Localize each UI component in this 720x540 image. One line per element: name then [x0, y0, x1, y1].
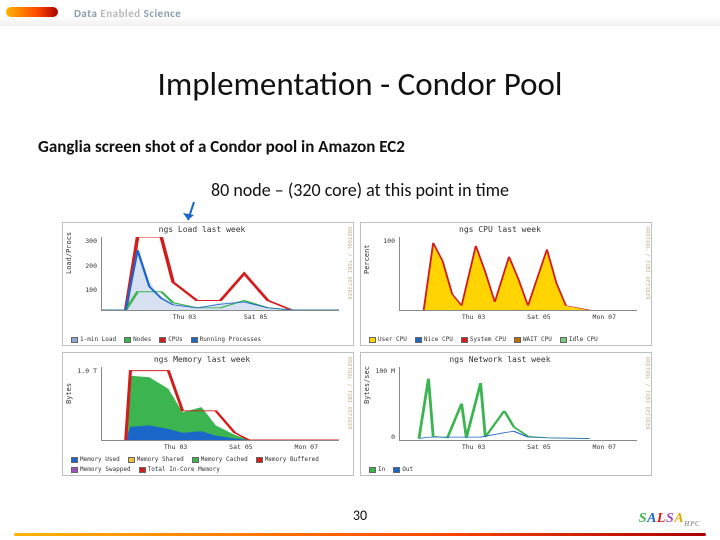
- plot-area: [101, 367, 339, 441]
- rrd-watermark: RRDTOOL / TOBI OETIKER: [644, 227, 650, 300]
- subtitle-primary: Ganglia screen shot of a Condor pool in …: [38, 136, 682, 157]
- chart-memory: ngs Memory last week Bytes RRDTOOL / TOB…: [62, 352, 354, 476]
- x-ticks: Thu 03 Sat 05 Mon 07: [399, 313, 637, 321]
- chart-cpu: ngs CPU last week Percent RRDTOOL / TOBI…: [360, 222, 652, 346]
- plot-area: [399, 367, 637, 441]
- header-logo-text: Data Enabled Science: [74, 7, 181, 20]
- y-ticks: 300 200 100: [69, 237, 97, 311]
- chart-title: ngs Load last week: [63, 225, 341, 234]
- page-title: Implementation - Condor Pool: [0, 64, 720, 104]
- logo-word-3: Science: [144, 7, 182, 20]
- header-band: Data Enabled Science: [0, 0, 720, 26]
- logo-word-1: Data: [74, 7, 97, 20]
- legend: User CPU Nice CPU System CPU WAIT CPU Id…: [369, 336, 637, 343]
- chart-load: ngs Load last week Load/Procs RRDTOOL / …: [62, 222, 354, 346]
- y-ticks: 100: [367, 237, 395, 311]
- chart-title: ngs Memory last week: [63, 355, 341, 364]
- logo-word-2: Enabled: [100, 7, 140, 20]
- legend: 1-min Load Nodes CPUs Running Processes: [71, 336, 339, 343]
- chart-grid: ngs Load last week Load/Procs RRDTOOL / …: [62, 222, 652, 476]
- x-ticks: Thu 03 Sat 05: [101, 313, 339, 321]
- x-ticks: Thu 03 Sat 05 Mon 07: [101, 443, 339, 451]
- chart-title: ngs CPU last week: [361, 225, 639, 234]
- chart-title: ngs Network last week: [361, 355, 639, 364]
- subtitle-secondary: 80 node – (320 core) at this point in ti…: [0, 179, 720, 201]
- page-number: 30: [0, 507, 720, 524]
- footer-rule: [14, 533, 706, 536]
- plot-area: [399, 237, 637, 311]
- x-ticks: Thu 03 Sat 05 Mon 07: [399, 443, 637, 451]
- legend: Memory Used Memory Shared Memory Cached …: [71, 456, 339, 473]
- footer-brand: SALSAHPC: [639, 511, 700, 528]
- y-ticks: 100 M 0: [367, 367, 395, 441]
- legend: In Out: [369, 466, 637, 473]
- y-ticks: 1.0 T: [69, 367, 97, 441]
- rrd-watermark: RRDTOOL / TOBI OETIKER: [346, 357, 352, 430]
- rrd-watermark: RRDTOOL / TOBI OETIKER: [644, 357, 650, 430]
- plot-area: [101, 237, 339, 311]
- chart-network: ngs Network last week Bytes/sec RRDTOOL …: [360, 352, 652, 476]
- rrd-watermark: RRDTOOL / TOBI OETIKER: [346, 227, 352, 300]
